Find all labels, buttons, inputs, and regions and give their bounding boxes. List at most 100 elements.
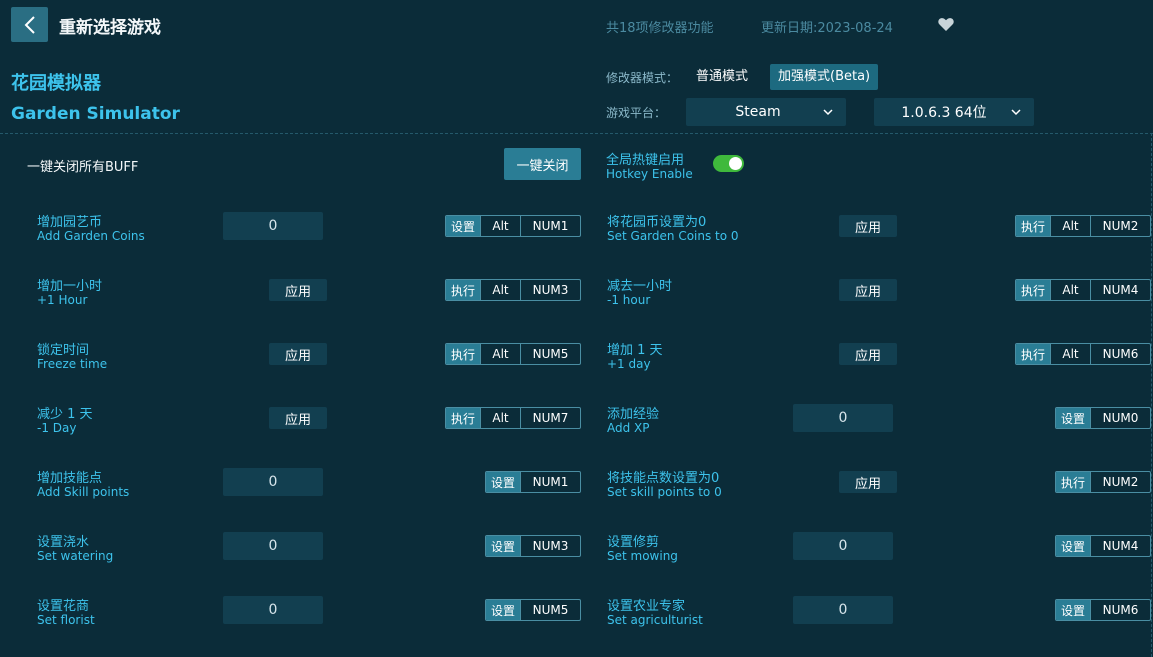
key-alt[interactable]: Alt [480,408,520,428]
game-title-en: Garden Simulator [11,104,180,124]
cheat-label: 增加一小时 [37,279,103,294]
hotkey-group: 执行 Alt NUM6 [1015,343,1151,365]
update-date: 更新日期:2023-08-24 [761,21,893,36]
cheat-label-en: -1 Day [37,421,77,435]
close-all-buff-label: 一键关闭所有BUFF [27,160,139,175]
key-alt[interactable]: Alt [1050,280,1090,300]
set-hotkey-button[interactable]: 设置 [1056,536,1090,556]
apply-button[interactable]: 应用 [839,279,897,301]
normal-mode-button[interactable]: 普通模式 [688,64,756,90]
hotkey-group: 设置 NUM1 [485,471,581,493]
apply-button[interactable]: 应用 [839,215,897,237]
version-value: 1.0.6.3 64位 [901,105,987,121]
back-button[interactable] [11,7,48,42]
key-num[interactable]: NUM0 [1090,408,1150,428]
cheat-label: 减少 1 天 [37,407,93,422]
cheat-label-en: +1 day [607,357,651,371]
hotkey-group: 设置 NUM0 [1055,407,1151,429]
execute-hotkey-button[interactable]: 执行 [1016,280,1050,300]
hotkey-group: 执行 Alt NUM7 [445,407,581,429]
execute-hotkey-button[interactable]: 执行 [1016,216,1050,236]
favorite-heart-icon[interactable] [937,15,955,33]
key-num[interactable]: NUM7 [520,408,580,428]
cheat-label: 添加经验 [607,407,660,422]
cheat-label-en: Add Garden Coins [37,229,145,243]
set-hotkey-button[interactable]: 设置 [446,216,480,236]
key-num[interactable]: NUM1 [520,472,580,492]
apply-button[interactable]: 应用 [269,407,327,429]
cheat-label-en: Set agriculturist [607,613,703,627]
enhanced-mode-button[interactable]: 加强模式(Beta) [770,64,879,90]
platform-value: Steam [735,104,781,120]
cheat-label: 设置农业专家 [607,599,686,614]
cheat-label-en: Freeze time [37,357,108,371]
cheat-label: 设置浇水 [37,535,90,550]
cheat-value-input[interactable]: 0 [223,212,323,240]
mode-label: 修改器模式： [606,71,679,85]
execute-hotkey-button[interactable]: 执行 [446,280,480,300]
key-num[interactable]: NUM2 [1090,216,1150,236]
cheat-label: 增加园艺币 [37,215,103,230]
page-title: 重新选择游戏 [59,18,161,38]
set-hotkey-button[interactable]: 设置 [486,472,520,492]
key-num[interactable]: NUM5 [520,344,580,364]
cheat-label-en: -1 hour [607,293,651,307]
hotkey-enable-label: 全局热键启用 [606,153,685,168]
execute-hotkey-button[interactable]: 执行 [446,408,480,428]
set-hotkey-button[interactable]: 设置 [486,600,520,620]
cheat-label-en: +1 Hour [37,293,88,307]
cheat-label: 将花园币设置为0 [607,215,707,230]
key-alt[interactable]: Alt [1050,216,1090,236]
key-num[interactable]: NUM5 [520,600,580,620]
hotkey-group: 执行 Alt NUM4 [1015,279,1151,301]
feature-count: 共18项修改器功能 [606,21,714,36]
key-alt[interactable]: Alt [1050,344,1090,364]
cheat-label: 减去一小时 [607,279,673,294]
key-alt[interactable]: Alt [480,280,520,300]
apply-button[interactable]: 应用 [839,343,897,365]
apply-button[interactable]: 应用 [839,471,897,493]
version-select[interactable]: 1.0.6.3 64位 [874,98,1034,126]
cheat-value-input[interactable]: 0 [223,532,323,560]
cheat-value-input[interactable]: 0 [793,532,893,560]
apply-button[interactable]: 应用 [269,279,327,301]
cheat-label-en: Set skill points to 0 [607,485,722,499]
set-hotkey-button[interactable]: 设置 [486,536,520,556]
platform-label: 游戏平台： [606,106,667,120]
cheat-label-en: Add XP [607,421,650,435]
key-num[interactable]: NUM4 [1090,536,1150,556]
apply-button[interactable]: 应用 [269,343,327,365]
section-divider [0,133,1153,134]
key-num[interactable]: NUM1 [520,216,580,236]
execute-hotkey-button[interactable]: 执行 [1056,472,1090,492]
cheat-value-input[interactable]: 0 [793,596,893,624]
set-hotkey-button[interactable]: 设置 [1056,408,1090,428]
execute-hotkey-button[interactable]: 执行 [446,344,480,364]
key-num[interactable]: NUM6 [1090,344,1150,364]
key-num[interactable]: NUM2 [1090,472,1150,492]
cheat-label: 将技能点数设置为0 [607,471,720,486]
hotkey-enable-label-en: Hotkey Enable [606,167,693,181]
platform-select[interactable]: Steam [686,98,846,126]
key-num[interactable]: NUM6 [1090,600,1150,620]
cheat-value-input[interactable]: 0 [793,404,893,432]
hotkey-group: 执行 Alt NUM3 [445,279,581,301]
execute-hotkey-button[interactable]: 执行 [1016,344,1050,364]
set-hotkey-button[interactable]: 设置 [1056,600,1090,620]
key-num[interactable]: NUM3 [520,280,580,300]
hotkey-group: 执行 Alt NUM2 [1015,215,1151,237]
hotkey-group: 执行 Alt NUM5 [445,343,581,365]
key-num[interactable]: NUM4 [1090,280,1150,300]
cheat-value-input[interactable]: 0 [223,596,323,624]
cheat-label: 增加 1 天 [607,343,663,358]
chevron-left-icon [24,15,35,34]
key-num[interactable]: NUM3 [520,536,580,556]
cheat-label-en: Set mowing [607,549,678,563]
cheat-label: 设置花商 [37,599,90,614]
key-alt[interactable]: Alt [480,216,520,236]
key-alt[interactable]: Alt [480,344,520,364]
hotkey-group: 设置 NUM6 [1055,599,1151,621]
hotkey-toggle[interactable] [713,155,744,172]
cheat-value-input[interactable]: 0 [223,468,323,496]
close-all-button[interactable]: 一键关闭 [504,148,581,180]
